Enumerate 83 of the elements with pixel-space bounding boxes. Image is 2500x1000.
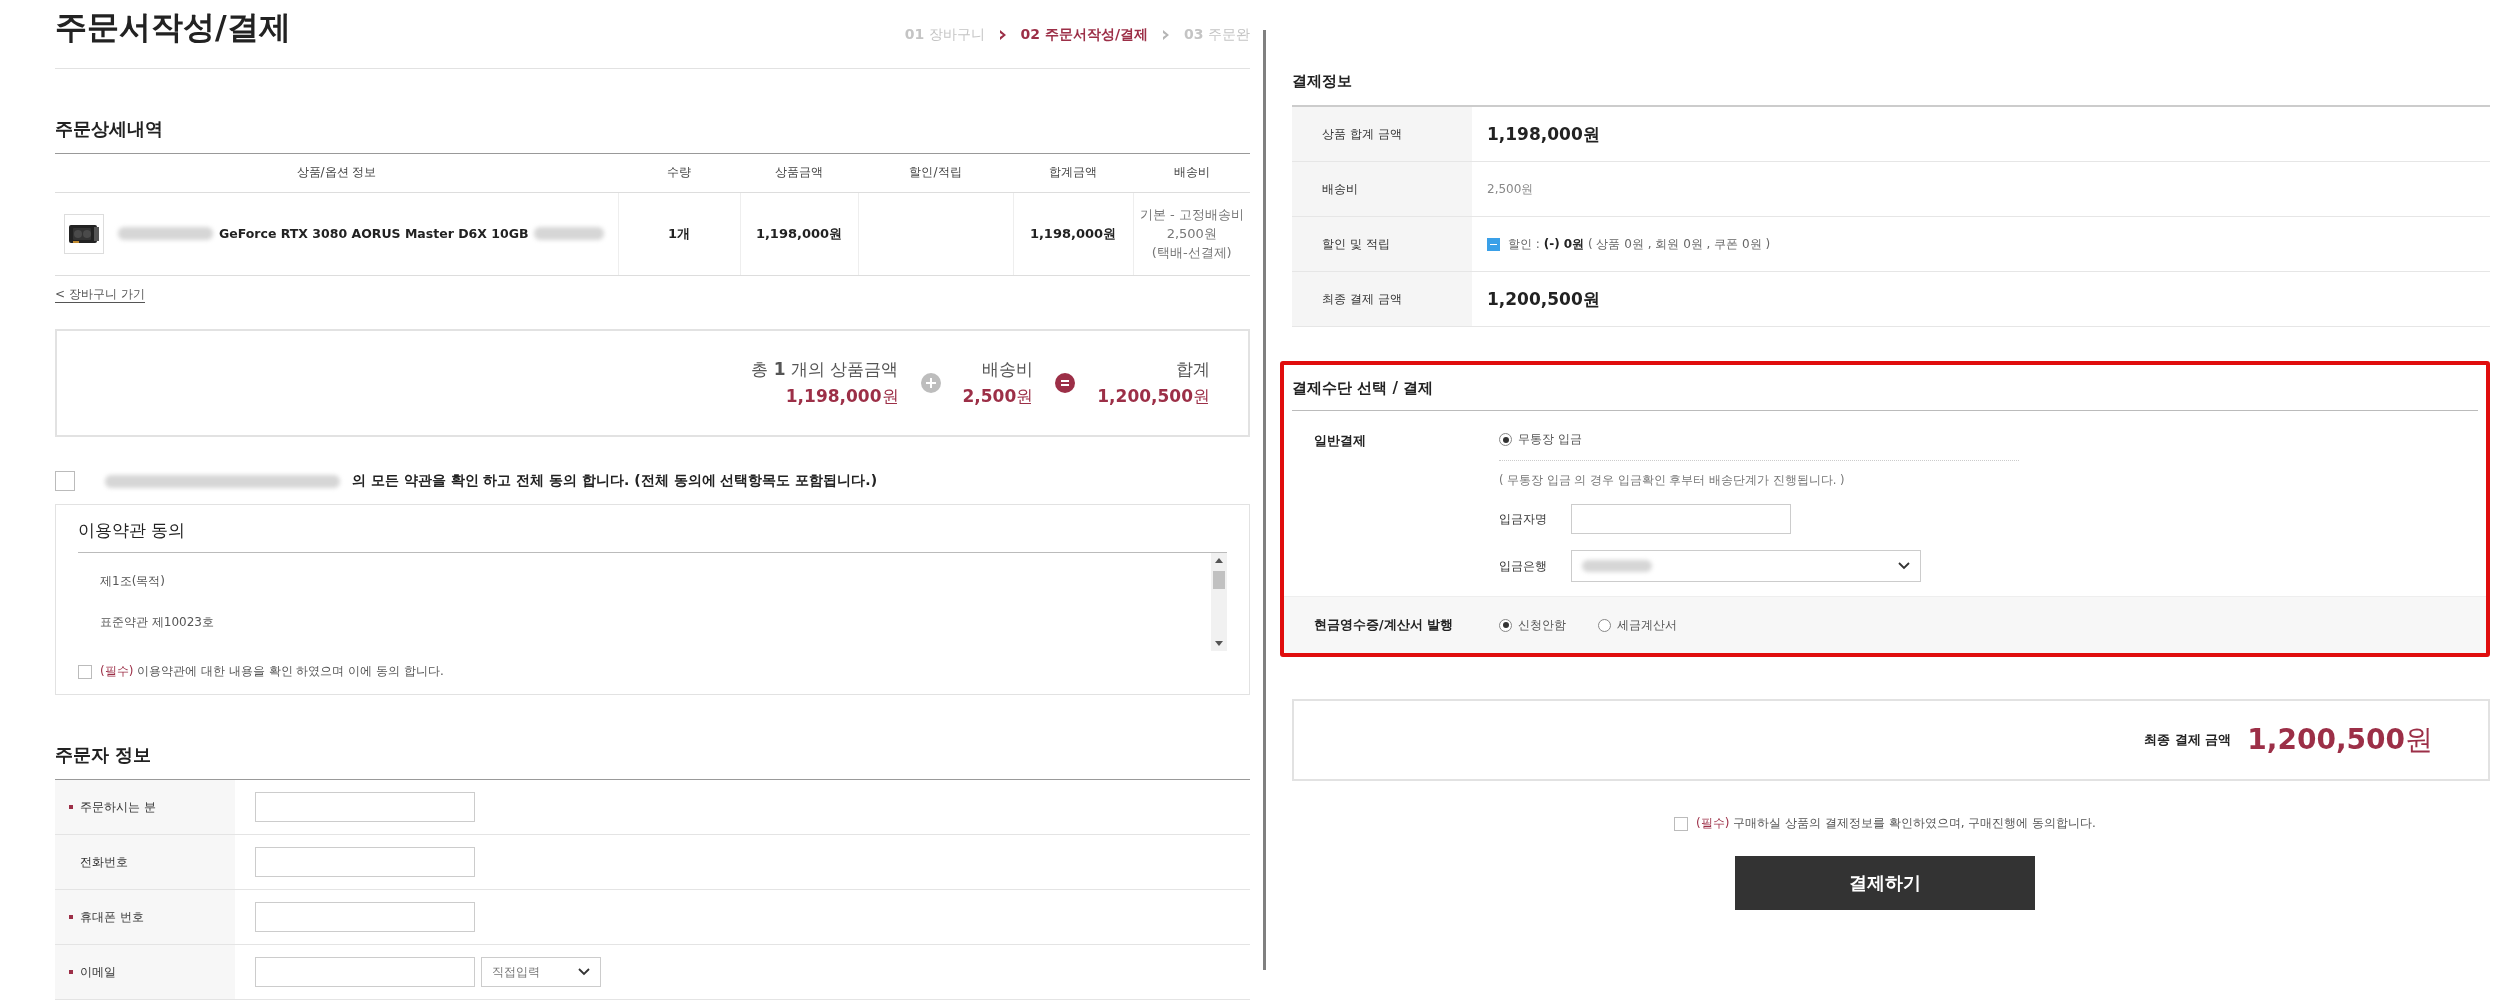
field-label: 휴대폰 번호	[80, 908, 144, 926]
discount-text: 할인 : (-) 0원 ( 상품 0원 , 회원 0원 , 쿠폰 0원 )	[1508, 235, 1771, 253]
radio-button[interactable]	[1499, 433, 1512, 446]
column-header: 수량	[618, 153, 740, 193]
column-header: 상품금액	[740, 153, 858, 193]
terms-title: 이용약관 동의	[78, 519, 187, 542]
amount-text: 2,500원	[1487, 180, 1534, 198]
summary-amount: 1,198,000원	[785, 384, 899, 408]
column-header: 배송비	[1133, 153, 1250, 193]
summary-label: 총 1 개의 상품금액	[751, 357, 899, 381]
required-mark	[69, 915, 73, 919]
agree-all-text: 의 모든 약관을 확인 하고 전체 동의 합니다. (전체 동의에 선택항목도 포함됩니다.)	[352, 472, 878, 491]
scrollbar[interactable]	[1211, 553, 1227, 651]
caret-icon	[1898, 562, 1910, 570]
column-header: 합계금액	[1013, 153, 1133, 193]
section-title: 주문자 정보	[55, 743, 153, 767]
field-label: 이메일	[80, 963, 116, 981]
bank-select[interactable]	[1571, 550, 1921, 582]
agree-text: (필수) 이용약관에 대한 내용을 확인 하였으며 이에 동의 합니다.	[100, 663, 444, 680]
shipping-text: (택배-선결제)	[1150, 244, 1233, 263]
step-label: 02 주문서작성/결제	[1020, 26, 1149, 44]
notice-text: ( 무통장 입금 의 경우 입금확인 후부터 배송단계가 진행됩니다. )	[1499, 473, 1846, 488]
row-label: 할인 및 적립	[1292, 217, 1472, 271]
section-title: 결제수단 선택 / 결제	[1292, 365, 2478, 411]
redacted-text	[534, 227, 605, 241]
amount-text: 1,198,000원	[1487, 122, 1600, 146]
collapse-icon[interactable]	[1487, 237, 1500, 251]
input-field[interactable]	[255, 792, 475, 822]
terms-line: 표준약관 제10023호	[100, 614, 215, 631]
field-label: 주문하시는 분	[80, 798, 156, 816]
row-label: 일반결제	[1314, 432, 1367, 450]
table-cell: 1,198,000원	[740, 192, 858, 276]
input-field[interactable]	[255, 847, 475, 877]
back-link[interactable]: < 장바구니 가기	[55, 286, 145, 303]
step-label: 03 주문완	[1184, 26, 1250, 44]
required-mark	[69, 970, 73, 974]
terms-line: 제1조(목적)	[100, 573, 166, 590]
plus-icon	[920, 372, 941, 393]
amount-text: 1,200,500원	[1487, 287, 1600, 311]
final-label: 최종 결제 금액	[2144, 731, 2232, 749]
chevron-icon	[1162, 30, 1171, 40]
field-label: 전화번호	[80, 853, 128, 871]
option-label: 신청안함	[1518, 616, 1566, 634]
row-label: 최종 결제 금액	[1292, 272, 1472, 326]
checkbox[interactable]	[55, 471, 75, 492]
input-field[interactable]	[255, 957, 475, 987]
caret-icon	[578, 968, 590, 976]
checkbox[interactable]	[1674, 816, 1689, 831]
column-header: 상품/옵션 정보	[55, 153, 618, 193]
row-label: 배송비	[1292, 162, 1472, 216]
table-cell: 1,198,000원	[1013, 192, 1133, 276]
summary-amount: 1,200,500원	[1097, 384, 1210, 408]
field-label: 입금은행	[1499, 557, 1548, 575]
input-field[interactable]	[255, 902, 475, 932]
summary-label: 배송비	[982, 357, 1034, 381]
shipping-text: 2,500원	[1165, 225, 1218, 244]
section-title: 주문상세내역	[55, 116, 164, 141]
row-label: 현금영수증/계산서 발행	[1314, 616, 1454, 634]
field-label: 입금자명	[1499, 510, 1548, 528]
input-field[interactable]	[1571, 504, 1791, 534]
required-mark	[69, 805, 73, 809]
column-header: 할인/적립	[858, 153, 1013, 193]
graphics-card-icon	[64, 213, 104, 254]
row-label: 상품 합계 금액	[1292, 107, 1472, 161]
page-title: 주문서작성/결제	[55, 7, 291, 48]
pay-button[interactable]: 결제하기	[1735, 856, 2035, 910]
option-label: 세금계산서	[1617, 616, 1677, 634]
shipping-text: 기본 - 고정배송비	[1138, 206, 1245, 225]
chevron-icon	[998, 30, 1007, 40]
radio-button[interactable]	[1499, 618, 1512, 632]
email-domain-select[interactable]: 직접입력	[481, 957, 601, 987]
step-label: 01 장바구니	[904, 26, 985, 44]
product-name: GeForce RTX 3080 AORUS Master D6X 10GB	[219, 226, 529, 242]
final-amount: 1,200,500원	[2247, 722, 2433, 758]
equals-icon	[1055, 372, 1076, 393]
radio-button[interactable]	[1598, 618, 1611, 632]
agree-text: (필수) 구매하실 상품의 결제정보를 확인하였으며, 구매진행에 동의합니다.	[1696, 815, 2096, 832]
section-title: 결제정보	[1292, 72, 1353, 92]
option-label: 무통장 입금	[1518, 431, 1582, 448]
checkbox[interactable]	[78, 664, 92, 679]
summary-label: 합계	[1176, 357, 1210, 381]
summary-amount: 2,500원	[962, 384, 1034, 408]
table-cell: 1개	[618, 192, 740, 276]
